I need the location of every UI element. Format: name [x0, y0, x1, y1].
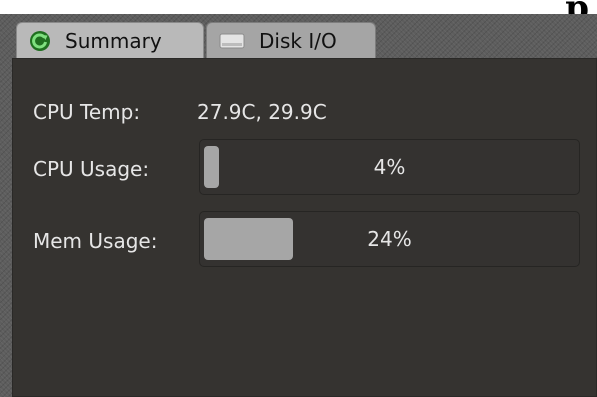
cpu-usage-bar: 4%	[199, 139, 580, 195]
refresh-icon	[29, 30, 51, 52]
cpu-usage-label: CPU Usage:	[33, 157, 150, 181]
summary-panel: CPU Temp: 27.9C, 29.9C CPU Usage: 4% Mem…	[12, 58, 597, 397]
mem-usage-label: Mem Usage:	[33, 229, 158, 253]
cpu-usage-value: 4%	[373, 155, 406, 179]
drive-icon	[219, 31, 245, 51]
mem-usage-bar: 24%	[199, 211, 580, 267]
cpu-temp-value: 27.9C, 29.9C	[197, 100, 327, 124]
tab-summary[interactable]: Summary	[16, 22, 204, 58]
cpu-temp-label: CPU Temp:	[33, 100, 141, 124]
mem-usage-value: 24%	[367, 227, 412, 251]
tab-disk-io[interactable]: Disk I/O	[206, 22, 376, 58]
tab-disk-io-label: Disk I/O	[259, 28, 337, 53]
monitor-window: Summary Disk I/O CPU Temp: 27.9C, 29.9C …	[0, 14, 597, 397]
tab-summary-label: Summary	[65, 28, 162, 53]
